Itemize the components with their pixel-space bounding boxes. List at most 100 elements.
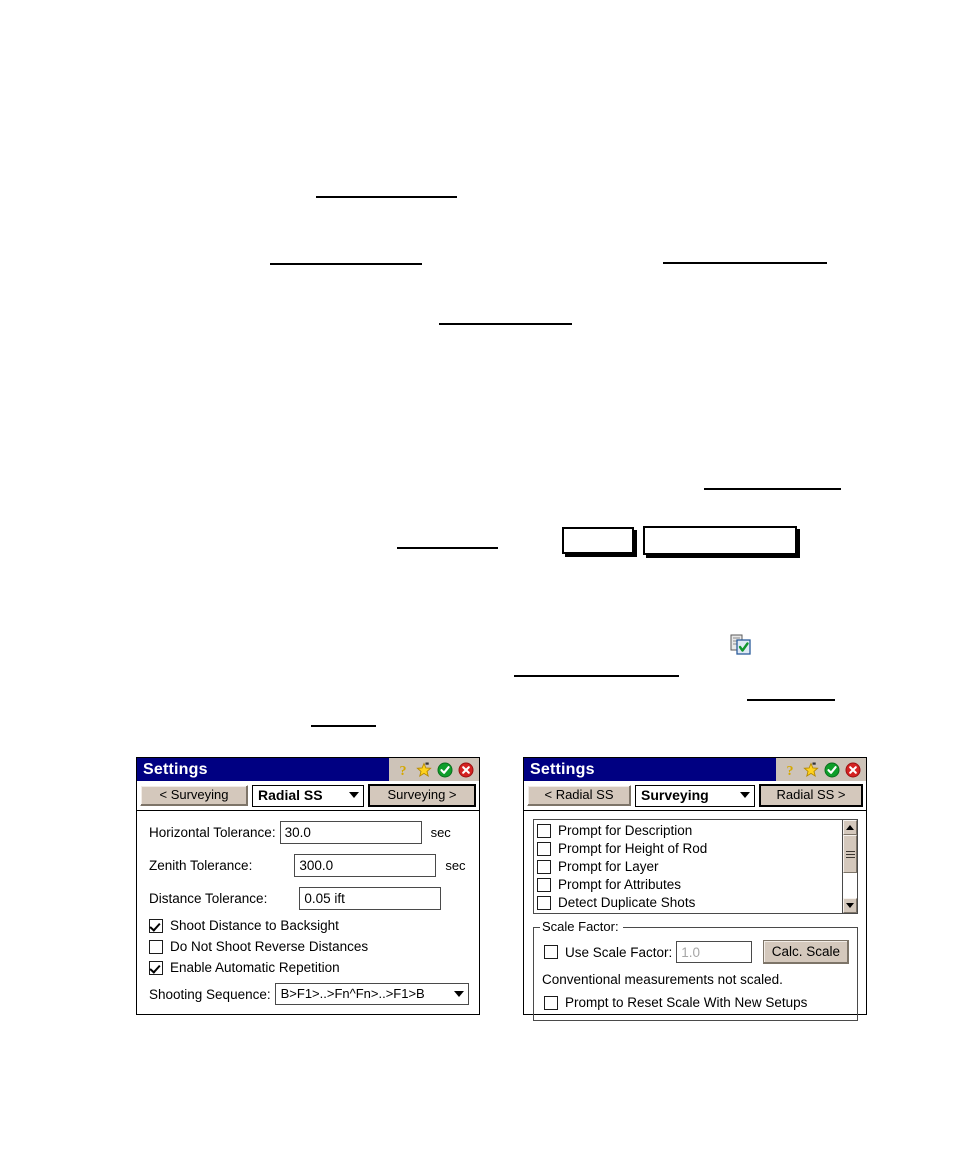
field-label: Zenith Tolerance: — [149, 858, 253, 874]
dialog-settings-surveying: Settings ? < Radial SS Surveying Radial … — [523, 757, 867, 1022]
text-underline — [270, 263, 422, 265]
shooting-sequence-label: Shooting Sequence: — [149, 986, 271, 1002]
prompt-options-listbox[interactable]: Prompt for Description Prompt for Height… — [533, 819, 858, 915]
checkbox-label: Shoot Distance to Backsight — [170, 918, 339, 934]
checkbox-box[interactable] — [537, 841, 551, 856]
next-screen-button[interactable]: Radial SS > — [759, 784, 863, 808]
chevron-down-icon — [740, 792, 750, 799]
dialog-nav-row: < Radial SS Surveying Radial SS > — [524, 781, 866, 810]
scale-note-text: Conventional measurements not scaled. — [542, 972, 783, 988]
prompt-options-list: Prompt for Description Prompt for Height… — [534, 820, 842, 913]
close-icon[interactable] — [458, 762, 474, 778]
shooting-sequence-combo[interactable]: B>F1>..>Fn^Fn>..>F1>B — [274, 983, 469, 1006]
svg-text:?: ? — [787, 764, 794, 778]
dialog-body: Horizontal Tolerance: 30.0 sec Zenith To… — [137, 811, 479, 1013]
text-underline — [316, 196, 457, 198]
dialog-settings-radial-ss: Settings ? < Surveying Radial SS Surveyi… — [136, 757, 480, 1015]
inline-button-box-large[interactable] — [643, 526, 797, 555]
list-item[interactable]: Prompt for Height of Rod — [537, 841, 842, 856]
use-scale-factor-row: Use Scale Factor: 1.0 Calc. Scale — [542, 940, 849, 965]
field-horizontal-tolerance: Horizontal Tolerance: 30.0 sec — [149, 821, 469, 845]
page-root: Settings ? < Surveying Radial SS Surveyi… — [0, 0, 954, 1159]
next-screen-button[interactable]: Surveying > — [368, 784, 476, 808]
list-item-label: Prompt for Attributes — [558, 877, 682, 893]
listbox-scrollbar[interactable] — [842, 820, 857, 914]
checkbox-box[interactable] — [537, 877, 551, 892]
form-with-check-icon — [730, 634, 752, 656]
close-icon[interactable] — [845, 762, 861, 778]
horizontal-tolerance-input[interactable]: 30.0 — [279, 821, 422, 845]
list-item[interactable]: Prompt for Description — [537, 823, 842, 838]
checkbox-label: Enable Automatic Repetition — [170, 960, 340, 976]
field-label: Distance Tolerance: — [149, 891, 268, 907]
prompt-reset-scale-row[interactable]: Prompt to Reset Scale With New Setups — [542, 995, 849, 1010]
grip-icon — [845, 849, 855, 860]
field-shooting-sequence: Shooting Sequence: B>F1>..>Fn^Fn>..>F1>B — [149, 983, 469, 1006]
title-bar-icon-group: ? — [389, 758, 479, 781]
scale-factor-legend: Scale Factor: — [540, 919, 623, 935]
caret-up-icon — [846, 825, 854, 831]
list-item-label: Prompt for Description — [558, 823, 693, 839]
text-underline — [397, 547, 498, 549]
title-bar-icon-group: ? — [776, 758, 866, 781]
text-underline — [663, 262, 827, 264]
distance-tolerance-input[interactable]: 0.05 ift — [299, 887, 442, 911]
dialog-title-text: Settings — [143, 760, 208, 778]
checkbox-shoot-distance-to-backsight[interactable]: Shoot Distance to Backsight — [149, 918, 469, 933]
checkbox-enable-automatic-repetition[interactable]: Enable Automatic Repetition — [149, 960, 469, 975]
prev-screen-button[interactable]: < Radial SS — [527, 785, 631, 807]
chevron-down-icon — [454, 990, 464, 997]
prompt-reset-scale-checkbox[interactable] — [544, 995, 558, 1010]
checkbox-box[interactable] — [149, 939, 163, 954]
text-underline — [747, 699, 835, 701]
list-item[interactable]: Prompt for Layer — [537, 859, 842, 874]
field-unit: sec — [445, 858, 466, 874]
text-underline — [439, 323, 572, 325]
field-zenith-tolerance: Zenith Tolerance: 300.0 sec — [149, 854, 469, 878]
field-distance-tolerance: Distance Tolerance: 0.05 ift — [149, 887, 469, 911]
dialog-nav-row: < Surveying Radial SS Surveying > — [137, 781, 479, 810]
text-underline — [514, 675, 679, 677]
scroll-down-button[interactable] — [843, 898, 857, 914]
dialog-body: Prompt for Description Prompt for Height… — [524, 811, 866, 1029]
checkbox-box[interactable] — [537, 823, 551, 838]
text-underline — [704, 488, 841, 490]
favorite-star-icon[interactable] — [416, 761, 432, 778]
shooting-sequence-value: B>F1>..>Fn^Fn>..>F1>B — [280, 986, 425, 1002]
list-item[interactable]: Prompt for Attributes — [537, 877, 842, 892]
checkbox-box[interactable] — [149, 960, 163, 975]
scroll-up-button[interactable] — [843, 820, 857, 836]
use-scale-factor-label: Use Scale Factor: — [565, 944, 673, 960]
use-scale-factor-checkbox[interactable] — [544, 945, 558, 960]
prompt-reset-scale-label: Prompt to Reset Scale With New Setups — [565, 995, 808, 1011]
scale-factor-input[interactable]: 1.0 — [676, 941, 752, 964]
checkbox-do-not-shoot-reverse-distances[interactable]: Do Not Shoot Reverse Distances — [149, 939, 469, 954]
prev-screen-button[interactable]: < Surveying — [140, 785, 248, 807]
checkbox-box[interactable] — [149, 918, 163, 933]
checkbox-label: Do Not Shoot Reverse Distances — [170, 939, 369, 955]
chevron-down-icon — [349, 792, 359, 799]
field-unit: sec — [430, 825, 451, 841]
text-underline — [311, 725, 376, 727]
svg-text:?: ? — [400, 764, 407, 778]
checkbox-box[interactable] — [537, 895, 551, 910]
dialog-title-bar: Settings ? — [524, 758, 866, 781]
screen-selector-value: Radial SS — [258, 787, 323, 804]
ok-check-icon[interactable] — [824, 762, 840, 778]
screen-selector-combo[interactable]: Surveying — [635, 784, 755, 807]
ok-check-icon[interactable] — [437, 762, 453, 778]
checkbox-box[interactable] — [537, 859, 551, 874]
list-item[interactable]: Detect Duplicate Shots — [537, 895, 842, 910]
scrollbar-track[interactable] — [843, 835, 857, 899]
inline-button-box-small[interactable] — [562, 527, 634, 554]
zenith-tolerance-input[interactable]: 300.0 — [294, 854, 437, 878]
dialog-title-text: Settings — [530, 760, 595, 778]
screen-selector-combo[interactable]: Radial SS — [252, 784, 364, 807]
calc-scale-button[interactable]: Calc. Scale — [762, 940, 849, 965]
scrollbar-thumb[interactable] — [843, 835, 857, 874]
help-icon[interactable]: ? — [395, 762, 411, 778]
help-icon[interactable]: ? — [782, 762, 798, 778]
list-item-label: Detect Duplicate Shots — [558, 895, 696, 911]
list-item-label: Prompt for Height of Rod — [558, 841, 708, 857]
favorite-star-icon[interactable] — [803, 761, 819, 778]
